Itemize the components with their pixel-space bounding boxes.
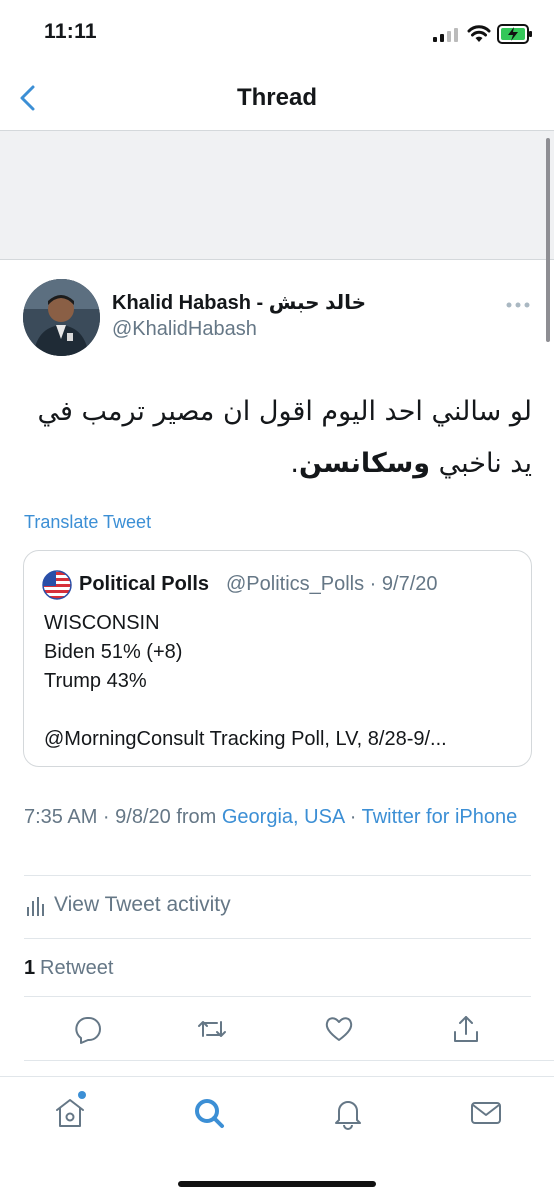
quoted-text-line: @MorningConsult Tracking Poll, LV, 8/28-… [44, 728, 447, 750]
search-icon[interactable] [192, 1096, 226, 1130]
tweet-text-end: . [290, 448, 299, 479]
author-avatar[interactable] [23, 279, 100, 356]
divider [24, 938, 531, 939]
quoted-author-avatar [42, 570, 72, 600]
quoted-author-handle-date: @Politics_Polls · 9/7/20 [226, 573, 438, 595]
messages-icon[interactable] [469, 1096, 503, 1130]
status-time: 11:11 [44, 20, 97, 43]
reply-icon[interactable] [73, 1014, 103, 1044]
author-handle[interactable]: @KhalidHabash [112, 318, 257, 341]
band-divider [0, 259, 554, 260]
tab-bar-divider [0, 1076, 554, 1077]
divider [24, 875, 531, 876]
like-icon[interactable] [324, 1014, 354, 1044]
notifications-icon[interactable] [331, 1096, 365, 1130]
retweet-count[interactable]: 1 [24, 957, 35, 980]
view-tweet-activity-link[interactable]: View Tweet activity [54, 893, 231, 917]
meta-separator: · [344, 806, 362, 828]
parent-tweet-placeholder [0, 131, 554, 259]
home-icon[interactable] [53, 1096, 87, 1130]
tweet-text: لو سالني احد اليوم اقول ان مصير ترمب في … [24, 386, 533, 490]
quoted-text-line: WISCONSIN [44, 612, 160, 634]
quoted-text-line: Trump 43% [44, 670, 147, 692]
tweet-text-line-2: يد ناخبي وسكانسن. [24, 438, 532, 490]
more-options-icon[interactable] [506, 302, 530, 308]
home-indicator[interactable] [178, 1181, 376, 1187]
wifi-icon [467, 25, 491, 42]
scrollbar[interactable] [546, 138, 550, 342]
quoted-text-line: Biden 51% (+8) [44, 641, 183, 663]
tweet-text-plain: يد ناخبي [430, 448, 532, 479]
share-icon[interactable] [451, 1014, 481, 1044]
tweet-time-date: 7:35 AM · 9/8/20 from [24, 806, 222, 828]
tweet-text-line-1: لو سالني احد اليوم اقول ان مصير ترمب في [37, 396, 533, 427]
activity-bars-icon [27, 897, 44, 916]
page-title: Thread [236, 84, 317, 111]
home-notification-dot [78, 1091, 86, 1099]
author-name[interactable]: Khalid Habash - خالد حبش [112, 290, 366, 315]
translate-tweet-link[interactable]: Translate Tweet [24, 512, 151, 533]
tweet-client-link[interactable]: Twitter for iPhone [362, 806, 518, 828]
tweet-location-link[interactable]: Georgia, USA [222, 806, 344, 828]
tweet-meta: 7:35 AM · 9/8/20 from Georgia, USA · Twi… [24, 802, 524, 832]
divider [24, 1060, 554, 1061]
battery-charging-icon [497, 24, 532, 44]
tweet-text-bold: وسكانسن [298, 448, 431, 479]
retweet-icon[interactable] [197, 1014, 227, 1044]
divider [24, 996, 531, 997]
quoted-author-name: Political Polls [79, 573, 210, 595]
cellular-signal-icon [433, 28, 458, 42]
retweet-label[interactable]: Retweet [40, 957, 113, 980]
